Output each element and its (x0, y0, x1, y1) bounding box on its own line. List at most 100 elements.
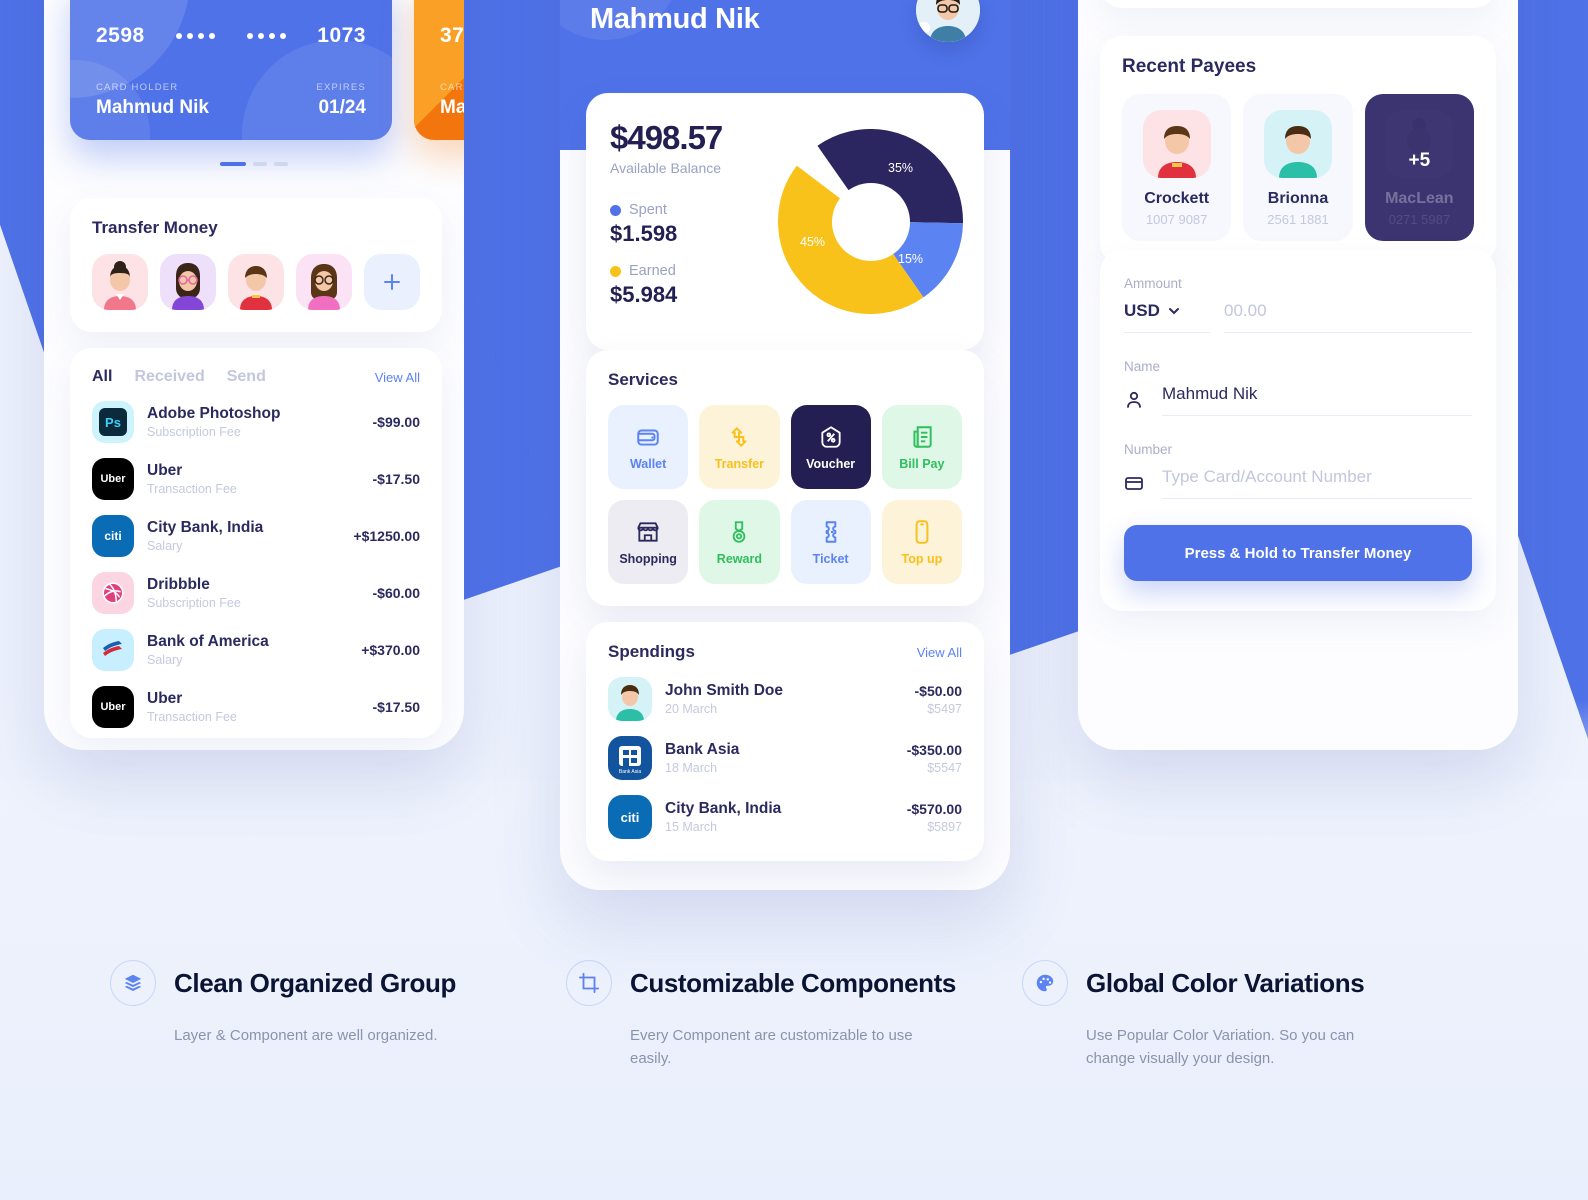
card-carousel[interactable]: 2598 1073 CARD HOLDER Mahmud Nik EXPIRES… (44, 0, 464, 140)
transfer-money-title: Transfer Money (92, 218, 218, 237)
currency-select[interactable]: USD (1124, 301, 1210, 333)
palette-icon (1022, 960, 1068, 1006)
currency-value: USD (1124, 301, 1160, 320)
tab-all[interactable]: All (92, 368, 112, 386)
transaction-name: Uber (147, 461, 183, 479)
legend-dot-spent (610, 204, 621, 216)
list-item[interactable]: citi City Bank, India 15 March -$570.00 … (608, 795, 962, 839)
bank-card-secondary[interactable]: 3754 CARD HO Mah (414, 0, 464, 140)
bill-pay-icon (913, 425, 932, 448)
table-row[interactable]: Dribbble Subscription Fee -$60.00 (92, 572, 420, 614)
table-row[interactable]: Ps Adobe Photoshop Subscription Fee -$99… (92, 401, 420, 443)
legend-label-spent: Spent (629, 202, 667, 218)
layers-icon (110, 960, 156, 1006)
feature-title: Global Color Variations (1086, 967, 1365, 998)
transaction-amount: -$17.50 (372, 471, 420, 487)
pager-dot-active[interactable] (220, 162, 246, 166)
spending-date: 18 March (665, 761, 718, 775)
press-hold-transfer-button[interactable]: Press & Hold to Transfer Money (1124, 525, 1472, 581)
card-expires-value: 01/24 (318, 97, 366, 118)
ticket-icon (825, 520, 836, 543)
payee-number: 2561 1881 (1267, 212, 1329, 227)
transaction-name: Dribbble (147, 575, 210, 593)
number-input[interactable]: Type Card/Account Number (1162, 467, 1472, 499)
table-row[interactable]: citi City Bank, India Salary +$1250.00 (92, 515, 420, 557)
services-card: Services Wallet Transfer Voucher Bill Pa… (586, 350, 984, 606)
avatar-pink-shirt-woman[interactable] (296, 254, 352, 310)
service-ticket[interactable]: Ticket (790, 500, 871, 584)
transaction-sub: Salary (147, 539, 183, 554)
pager-dot[interactable] (274, 162, 288, 166)
payee-card-brionna[interactable]: Brionna 2561 1881 (1243, 94, 1353, 241)
list-item[interactable]: John Smith Doe 20 March -$50.00 $5497 (608, 677, 962, 721)
transaction-name: Adobe Photoshop (147, 404, 281, 422)
service-wallet[interactable]: Wallet (608, 405, 689, 489)
card-number-first: 3754 (440, 24, 464, 47)
phone-center: Hello! Mahmud Nik $498.57 Available Bala… (560, 0, 1010, 890)
spending-date: 15 March (665, 820, 718, 834)
feature-description: Use Popular Color Variation. So you can … (1086, 1027, 1355, 1068)
feature-title: Clean Organized Group (174, 967, 456, 998)
service-label: Wallet (629, 456, 667, 471)
spendings-view-all[interactable]: View All (917, 645, 962, 660)
view-all-link[interactable]: View All (375, 370, 420, 385)
carousel-pager[interactable] (44, 162, 464, 166)
list-item[interactable]: Bank Asia Bank Asia 18 March -$350.00 $5… (608, 736, 962, 780)
chevron-down-icon (1168, 308, 1179, 315)
spending-balance: $5497 (927, 701, 962, 716)
legend-value-spent: $1.598 (610, 221, 678, 246)
card-number: 2598 1073 (96, 24, 366, 48)
status-badge (918, 22, 930, 34)
bank-card-primary[interactable]: 2598 1073 CARD HOLDER Mahmud Nik EXPIRES… (70, 0, 392, 140)
transaction-amount: -$99.00 (372, 414, 420, 430)
service-bill-pay[interactable]: Bill Pay (881, 405, 962, 489)
citi-icon: citi (92, 515, 134, 557)
payee-card-more[interactable]: +5 MacLean 0271 5987 (1364, 94, 1474, 241)
transaction-amount: -$60.00 (372, 585, 420, 601)
table-row[interactable]: Uber Uber Transaction Fee -$17.50 (92, 458, 420, 500)
table-row[interactable]: Uber Uber Transaction Fee -$17.50 (92, 686, 420, 728)
plus-icon (384, 274, 400, 290)
legend-label-earned: Earned (629, 263, 676, 279)
avatar-bun-woman[interactable] (92, 254, 148, 310)
payee-name: MacLean (1385, 190, 1454, 207)
transfer-avatar-row (92, 254, 420, 310)
pager-dot[interactable] (253, 162, 267, 166)
feature-row: Clean Organized Group Layer & Component … (0, 960, 1588, 1071)
payee-name: Crockett (1144, 190, 1210, 207)
service-reward[interactable]: Reward (699, 500, 780, 584)
service-transfer[interactable]: Transfer (699, 405, 780, 489)
dribbble-icon (92, 572, 134, 614)
recent-payees-panel: Recent Payees Crockett 1007 9087 Brionna… (1100, 36, 1496, 265)
bank-asia-icon: Bank Asia (608, 736, 652, 780)
service-label: Transfer (714, 456, 765, 471)
wallet-icon (637, 429, 659, 446)
transaction-name: Bank of America (147, 632, 269, 650)
amount-label: Ammount (1124, 276, 1182, 291)
card-expires-label: EXPIRES (316, 82, 366, 93)
payee-card-crockett[interactable]: Crockett 1007 9087 (1122, 94, 1232, 241)
services-title: Services (608, 370, 678, 389)
add-payee-button[interactable] (364, 254, 420, 310)
name-label: Name (1124, 359, 1161, 374)
phone-right: Debit $1234.12 Mahmud Nik 01/24 Recent P… (1078, 0, 1518, 750)
table-row[interactable]: Bank of America Salary +$370.00 (92, 629, 420, 671)
amount-input[interactable]: 00.00 (1224, 301, 1472, 333)
feature-clean-organized-group: Clean Organized Group Layer & Component … (110, 960, 566, 1071)
avatar-glasses-woman[interactable] (160, 254, 216, 310)
tab-received[interactable]: Received (134, 368, 204, 386)
tab-send[interactable]: Send (227, 368, 266, 386)
legend-dot-earned (610, 265, 621, 277)
spending-amount: -$350.00 (906, 741, 962, 758)
service-shopping[interactable]: Shopping (608, 500, 689, 584)
service-voucher[interactable]: Voucher (790, 405, 871, 489)
transaction-sub: Salary (147, 653, 183, 668)
spendings-title: Spendings (608, 642, 695, 661)
spendings-card: Spendings View All John Smith Doe 20 Mar… (586, 622, 984, 861)
card-holder-block: CARD HOLDER Mahmud Nik (96, 82, 209, 119)
feature-title: Customizable Components (630, 967, 956, 998)
spending-name: Bank Asia (665, 741, 740, 758)
service-topup[interactable]: Top up (881, 500, 962, 584)
avatar-red-shirt-man[interactable] (228, 254, 284, 310)
name-input[interactable]: Mahmud Nik (1162, 384, 1472, 416)
